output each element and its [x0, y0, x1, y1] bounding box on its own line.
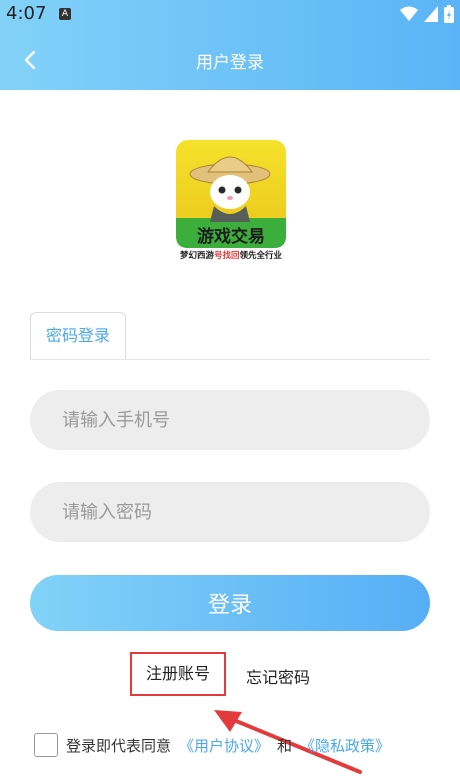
status-icons: [400, 5, 454, 23]
status-bar: 4:07 A: [0, 0, 460, 30]
forgot-password-link[interactable]: 忘记密码: [246, 664, 310, 688]
page-title: 用户登录: [196, 53, 264, 73]
privacy-policy-link[interactable]: 《隐私政策》: [300, 735, 390, 756]
agreement-row: 登录即代表同意 《用户协议》和《隐私政策》: [34, 733, 390, 757]
wifi-icon: [400, 6, 418, 21]
agreement-conjunction: 和: [277, 736, 293, 755]
agreement-prefix: 登录即代表同意: [66, 736, 172, 755]
logo-tagline: 梦幻西游号找回领先全行业: [179, 250, 283, 260]
register-link[interactable]: 注册账号: [130, 652, 226, 696]
app-header: 4:07 A 用户登录: [0, 0, 460, 90]
logo-tagline-suffix: 领先全行业: [239, 250, 283, 260]
user-agreement-link[interactable]: 《用户协议》: [179, 735, 269, 756]
app-logo: 游戏交易 梦幻西游号找回领先全行业: [176, 140, 286, 260]
logo-tagline-highlight: 号找回: [214, 250, 240, 260]
logo-title: 游戏交易: [197, 226, 265, 247]
logo-tagline-prefix: 梦幻西游: [179, 250, 215, 260]
battery-icon: [444, 5, 454, 23]
signal-icon: [424, 6, 438, 22]
login-tabs: 密码登录: [30, 312, 430, 360]
phone-input[interactable]: [30, 390, 430, 450]
notification-icon: A: [59, 8, 71, 20]
agreement-checkbox[interactable]: [34, 733, 58, 757]
login-button[interactable]: 登录: [30, 575, 430, 631]
status-time: 4:07: [6, 3, 47, 24]
password-input[interactable]: [30, 482, 430, 542]
tab-password-login[interactable]: 密码登录: [30, 312, 126, 359]
